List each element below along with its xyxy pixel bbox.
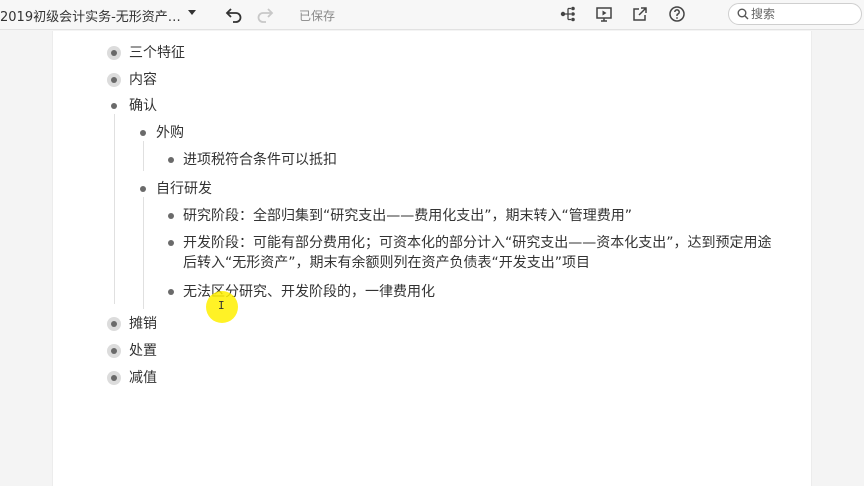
outline-guide-line xyxy=(143,141,144,171)
saved-status: 已保存 xyxy=(299,9,336,23)
mindmap-icon[interactable] xyxy=(558,4,578,24)
help-icon[interactable] xyxy=(667,4,687,24)
undo-icon[interactable] xyxy=(224,4,244,24)
outline-node-content[interactable]: 内容 xyxy=(129,70,157,90)
expanded-bullet[interactable] xyxy=(111,103,117,109)
bullet[interactable] xyxy=(168,157,174,163)
present-icon[interactable] xyxy=(594,4,614,24)
outline-node-amortization[interactable]: 摊销 xyxy=(129,314,157,334)
outline-guide-line xyxy=(114,114,115,304)
outline-node-research-phase[interactable]: 研究阶段：全部归集到“研究支出——费用化支出”，期末转入“管理费用” xyxy=(183,206,632,226)
expanded-bullet[interactable] xyxy=(140,186,146,192)
collapsed-bullet[interactable] xyxy=(107,73,121,87)
document-title[interactable]: 2019初级会计实务-无形资产… xyxy=(0,6,181,25)
expanded-bullet[interactable] xyxy=(140,130,146,136)
bullet[interactable] xyxy=(168,240,174,246)
toolbar: 2019初级会计实务-无形资产… 已保存 xyxy=(0,0,864,30)
outline-node-input-tax[interactable]: 进项税符合条件可以抵扣 xyxy=(183,150,337,170)
share-icon[interactable] xyxy=(630,4,650,24)
outline-guide-line xyxy=(143,197,144,309)
outline-node-impairment[interactable]: 减值 xyxy=(129,368,157,388)
collapsed-bullet[interactable] xyxy=(107,317,121,331)
outline-node-development-phase[interactable]: 开发阶段：可能有部分费用化；可资本化的部分计入“研究支出——资本化支出”，达到预… xyxy=(183,233,772,273)
outline-node-features[interactable]: 三个特征 xyxy=(129,43,185,63)
bullet[interactable] xyxy=(168,289,174,295)
collapsed-bullet[interactable] xyxy=(107,46,121,60)
outline-node-recognition[interactable]: 确认 xyxy=(129,96,157,116)
bullet[interactable] xyxy=(168,213,174,219)
development-phase-line-2: 后转入“无形资产”，期末有余额则列在资产负债表“开发支出”项目 xyxy=(183,255,591,271)
search-icon xyxy=(737,8,749,20)
collapsed-bullet[interactable] xyxy=(107,344,121,358)
search-input[interactable] xyxy=(751,6,855,22)
chevron-down-icon[interactable] xyxy=(188,10,196,15)
development-phase-line-1: 开发阶段：可能有部分费用化；可资本化的部分计入“研究支出——资本化支出”，达到预… xyxy=(183,235,772,251)
outline-node-disposal[interactable]: 处置 xyxy=(129,341,157,361)
outline-node-self-developed[interactable]: 自行研发 xyxy=(156,179,212,199)
outline-node-purchased[interactable]: 外购 xyxy=(156,123,184,143)
text-cursor-icon: I xyxy=(218,299,225,312)
redo-icon[interactable] xyxy=(255,4,275,24)
outline-page: 三个特征 内容 确认 外购 进项税符合条件可以抵扣 自行研发 研究阶段：全部归集… xyxy=(52,31,812,486)
collapsed-bullet[interactable] xyxy=(107,371,121,385)
search-box[interactable] xyxy=(728,3,862,25)
